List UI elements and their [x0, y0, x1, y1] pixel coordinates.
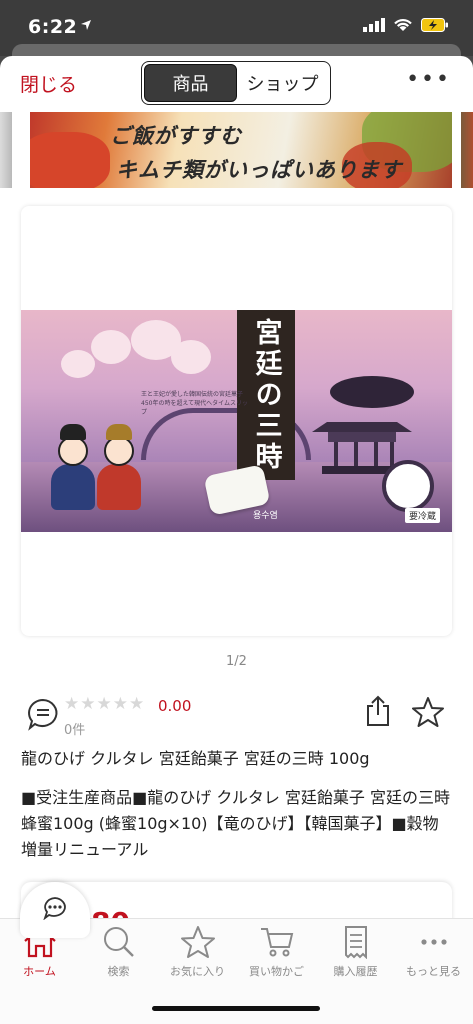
nav-history[interactable]: 購入履歴 [316, 925, 395, 989]
product-image[interactable]: 宮廷の三時 王と王妃が愛した韓国伝統の宮廷菓子 450年の時を超えて現代へタイム… [21, 310, 452, 532]
rating-value: 0.00 [158, 697, 192, 715]
product-image-title: 宮廷の三時 [250, 317, 282, 473]
nav-cart[interactable]: 買い物かご [237, 925, 316, 989]
nav-home-label: ホーム [23, 965, 56, 978]
brand-label: 용수염 [253, 511, 278, 521]
banner-prev-peek [0, 112, 12, 188]
tab-product[interactable]: 商品 [144, 64, 237, 102]
nav-more[interactable]: もっと見る [394, 925, 473, 989]
close-button[interactable]: 閉じる [20, 70, 77, 97]
cart-icon [260, 928, 293, 957]
star-icon [180, 926, 215, 958]
comment-icon[interactable] [26, 697, 60, 731]
segmented-control: 商品 ショップ [141, 61, 331, 105]
home-indicator[interactable] [152, 1006, 320, 1011]
product-title: 龍のひげ クルタレ 宮廷飴菓子 宮廷の三時 100g [21, 749, 370, 768]
status-time: 6:22 [28, 16, 78, 38]
location-arrow-icon [81, 20, 91, 30]
candy-closeup [382, 460, 434, 512]
wifi-icon [394, 19, 412, 31]
kimchi-banner[interactable]: ご飯がすすむ キムチ類がいっぱいあります [30, 112, 452, 188]
nav-cart-label: 買い物かご [249, 965, 304, 978]
nav-search[interactable]: 検索 [79, 925, 158, 989]
rating-stars: ★★★★★ [64, 694, 146, 714]
review-count[interactable]: 0件 [64, 719, 85, 738]
status-indicators [363, 18, 449, 32]
nav-favorites-label: お気に入り [170, 965, 225, 978]
banner-text-line1: ご飯がすすむ [110, 124, 242, 148]
receipt-icon [344, 926, 367, 959]
nav-more-label: もっと見る [406, 965, 461, 978]
banner-text-line2: キムチ類がいっぱいあります [116, 158, 402, 182]
ellipsis-icon: ••• [406, 67, 451, 92]
more-icon [420, 939, 447, 945]
nav-history-label: 購入履歴 [333, 965, 378, 978]
share-icon[interactable] [364, 695, 392, 727]
search-icon [103, 927, 134, 957]
more-options-button[interactable]: ••• [406, 67, 451, 92]
nav-favorites[interactable]: お気に入り [158, 925, 237, 989]
image-pager: 1/2 [226, 654, 247, 669]
signal-icon [363, 18, 385, 32]
nav-search-label: 検索 [107, 965, 130, 978]
battery-charging-icon [421, 18, 448, 32]
banner-next-peek [461, 112, 473, 188]
chat-icon [43, 897, 66, 920]
queen-doll-illustration [97, 420, 141, 510]
product-image-subtitle: 王と王妃が愛した韓国伝統の宮廷菓子 450年の時を超えて現代へタイムスリップ [141, 391, 249, 416]
tab-shop[interactable]: ショップ [237, 64, 328, 102]
king-doll-illustration [51, 420, 95, 510]
product-description: ■受注生産商品■龍のひげ クルタレ 宮廷飴菓子 宮廷の三時 蜂蜜100g (蜂蜜… [21, 788, 451, 859]
top-bar: 閉じる 商品 ショップ ••• [0, 56, 473, 108]
banner-carousel[interactable]: ご飯がすすむ キムチ類がいっぱいあります [0, 112, 473, 188]
product-image-card[interactable]: 宮廷の三時 王と王妃が愛した韓国伝統の宮廷菓子 450年の時を超えて現代へタイム… [21, 206, 452, 636]
favorite-star-icon[interactable] [412, 696, 444, 728]
chilled-label: 要冷蔵 [404, 508, 440, 523]
product-sheet: 閉じる 商品 ショップ ••• ご飯がすすむ キムチ類がいっぱいあります 宮廷の… [0, 56, 473, 1024]
